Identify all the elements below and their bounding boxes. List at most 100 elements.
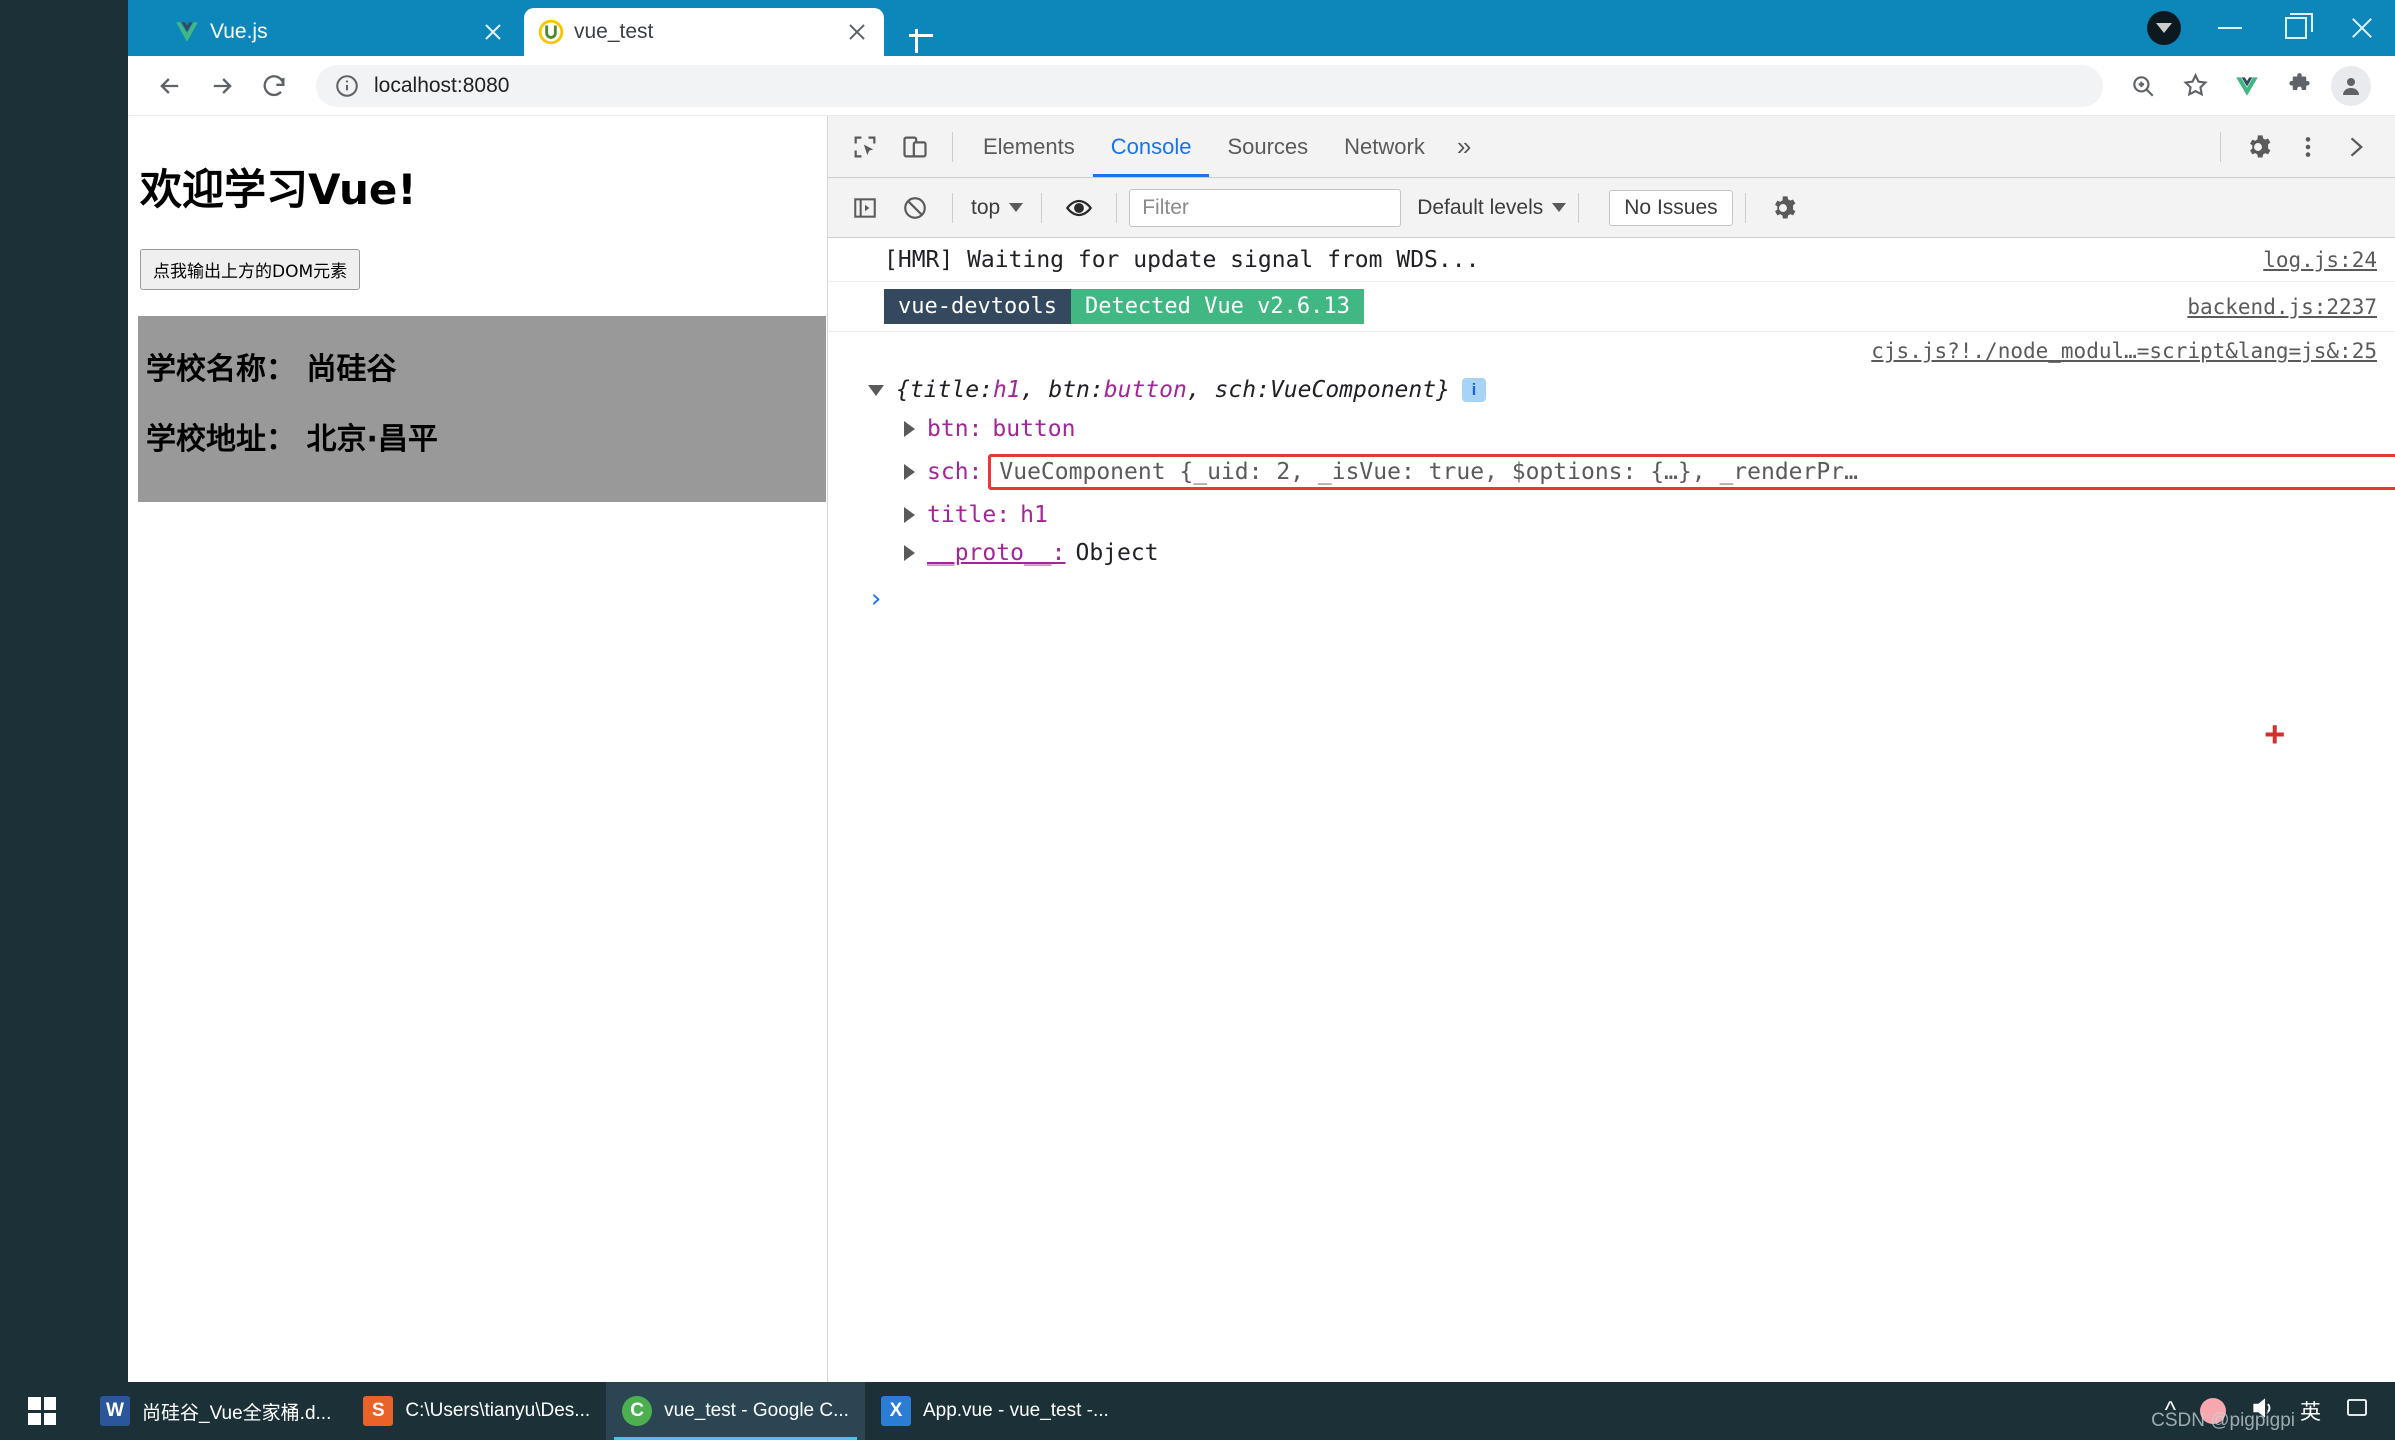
close-devtools-icon[interactable] (2333, 124, 2383, 170)
summary-value-0: h1 (992, 377, 1021, 403)
output-dom-button[interactable]: 点我输出上方的DOM元素 (140, 249, 361, 290)
summary-key-2: , sch: (1186, 377, 1270, 403)
chrome-icon: C (622, 1396, 653, 1426)
windows-logo-icon (28, 1397, 56, 1425)
console-row-vue-devtools: vue-devtools Detected Vue v2.6.13 backen… (828, 282, 2395, 332)
live-expression-eye-icon[interactable] (1054, 185, 1104, 231)
minimize-icon[interactable] (2197, 0, 2263, 56)
console-output[interactable]: [HMR] Waiting for update signal from WDS… (828, 238, 2395, 1382)
property-value: VueComponent {_uid: 2, _isVue: true, $op… (999, 459, 1858, 485)
chrome-browser-window: Vue.js vue_test localhost:8080 欢迎学习Vue! … (128, 0, 2395, 1382)
property-key: sch: (927, 459, 983, 485)
zoom-search-icon[interactable] (2119, 62, 2167, 110)
windows-taskbar: W 尚硅谷_Vue全家桶.d... S C:\Users\tianyu\Des.… (0, 1382, 2395, 1440)
tab-sources[interactable]: Sources (1209, 117, 1326, 177)
source-link[interactable]: log.js:24 (2263, 248, 2395, 272)
source-link[interactable]: backend.js:2237 (2187, 295, 2395, 319)
console-object-summary[interactable]: {title: h1, btn: button, sch: VueCompone… (828, 370, 2395, 410)
close-icon[interactable] (480, 19, 506, 45)
divider (1744, 192, 1746, 223)
more-vertical-icon[interactable] (2283, 124, 2333, 170)
devtools-panel: Elements Console Sources Network » top F… (828, 116, 2395, 1382)
summary-value-1: button (1103, 377, 1187, 403)
tab-network[interactable]: Network (1326, 117, 1443, 177)
info-icon[interactable]: i (1461, 378, 1486, 402)
puzzle-piece-icon[interactable] (2275, 62, 2323, 110)
download-badge-icon[interactable] (2131, 0, 2197, 56)
maximize-icon[interactable] (2263, 0, 2329, 56)
browser-tab-vuejs[interactable]: Vue.js (160, 8, 520, 56)
inspect-element-icon[interactable] (840, 124, 890, 170)
tab-label: Elements (983, 133, 1075, 159)
taskbar-item-sublime[interactable]: S C:\Users\tianyu\Des... (347, 1382, 606, 1440)
chevron-right-icon[interactable] (904, 545, 915, 561)
school-address-line: 学校地址： 北京·昌平 (146, 422, 438, 457)
web-page-content: 欢迎学习Vue! 点我输出上方的DOM元素 学校名称： 尚硅谷 学校地址： 北京… (128, 116, 828, 1382)
clear-console-icon[interactable] (890, 185, 940, 231)
no-issues-button[interactable]: No Issues (1609, 189, 1733, 226)
tab-console[interactable]: Console (1093, 117, 1210, 177)
taskbar-item-vscode[interactable]: X App.vue - vue_test -... (865, 1382, 1125, 1440)
divider (1116, 192, 1118, 223)
console-property-btn[interactable]: btn: button (828, 410, 2395, 448)
console-row-object-source: cjs.js?!./node_modul…=script&lang=js&:25 (828, 332, 2395, 370)
execution-context-dropdown[interactable]: top (965, 196, 1029, 220)
ime-language-indicator[interactable]: 英 (2300, 1396, 2321, 1426)
vue-devtools-extension-icon[interactable] (2223, 62, 2271, 110)
console-sidebar-icon[interactable] (840, 185, 890, 231)
vscode-icon: X (880, 1396, 911, 1426)
context-label: top (971, 195, 1001, 219)
console-prompt[interactable]: › (828, 572, 2395, 626)
start-button[interactable] (0, 1382, 84, 1440)
tab-label: Sources (1227, 133, 1309, 159)
vue-logo-icon (174, 19, 200, 45)
chevron-down-icon (1552, 203, 1567, 212)
star-icon[interactable] (2171, 62, 2219, 110)
close-icon[interactable] (844, 19, 870, 45)
person-avatar-icon[interactable] (2327, 62, 2375, 110)
devtools-tab-bar: Elements Console Sources Network » (828, 116, 2395, 178)
console-filter-input[interactable] (1129, 188, 1402, 227)
new-tab-button[interactable] (904, 18, 938, 53)
vue-devtools-badge: vue-devtools Detected Vue v2.6.13 (884, 289, 1364, 324)
console-property-title[interactable]: title: h1 (828, 496, 2395, 534)
log-levels-dropdown[interactable]: Default levels (1417, 195, 1567, 220)
property-key: btn: (927, 416, 983, 442)
reload-icon[interactable] (250, 62, 298, 110)
chevron-right-icon[interactable] (904, 464, 915, 480)
info-circle-icon[interactable] (334, 73, 360, 99)
forward-arrow-icon[interactable] (198, 62, 246, 110)
taskbar-item-label: 尚硅谷_Vue全家桶.d... (142, 1402, 332, 1424)
annotation-plus-marker: + (2264, 714, 2285, 754)
badge-name: vue-devtools (884, 289, 1071, 324)
back-arrow-icon[interactable] (146, 62, 194, 110)
divider (952, 192, 953, 223)
console-property-proto[interactable]: __proto__: Object (828, 534, 2395, 572)
address-bar[interactable]: localhost:8080 (316, 64, 2103, 107)
notification-icon[interactable] (2345, 1396, 2369, 1426)
chevron-right-icon[interactable] (904, 421, 915, 437)
divider (1578, 192, 1580, 223)
sublime-icon: S (363, 1396, 394, 1426)
browser-tab-vue-test[interactable]: vue_test (524, 8, 884, 56)
tab-elements[interactable]: Elements (965, 117, 1093, 177)
brace-close: } (1436, 377, 1450, 403)
device-toolbar-icon[interactable] (890, 124, 940, 170)
gear-icon[interactable] (2233, 124, 2283, 170)
more-tabs-chevron-icon[interactable]: » (1443, 131, 1485, 162)
gear-icon[interactable] (1758, 185, 1808, 231)
chevron-right-icon[interactable] (904, 507, 915, 523)
devtools-tab-actions (2208, 124, 2383, 170)
property-key: __proto__: (927, 540, 1066, 566)
chevron-down-icon[interactable] (868, 384, 884, 396)
taskbar-item-word[interactable]: W 尚硅谷_Vue全家桶.d... (84, 1382, 347, 1440)
console-property-sch[interactable]: sch: VueComponent {_uid: 2, _isVue: true… (828, 448, 2395, 496)
navigation-bar: localhost:8080 (128, 56, 2395, 116)
console-row-hmr: [HMR] Waiting for update signal from WDS… (828, 238, 2395, 282)
page-title: 欢迎学习Vue! (140, 165, 417, 214)
source-link[interactable]: cjs.js?!./node_modul…=script&lang=js&:25 (1871, 339, 2395, 363)
close-icon[interactable] (2329, 0, 2395, 56)
taskbar-item-chrome[interactable]: C vue_test - Google C... (606, 1382, 865, 1440)
levels-label: Default levels (1417, 195, 1544, 219)
property-value: h1 (1020, 502, 1048, 528)
